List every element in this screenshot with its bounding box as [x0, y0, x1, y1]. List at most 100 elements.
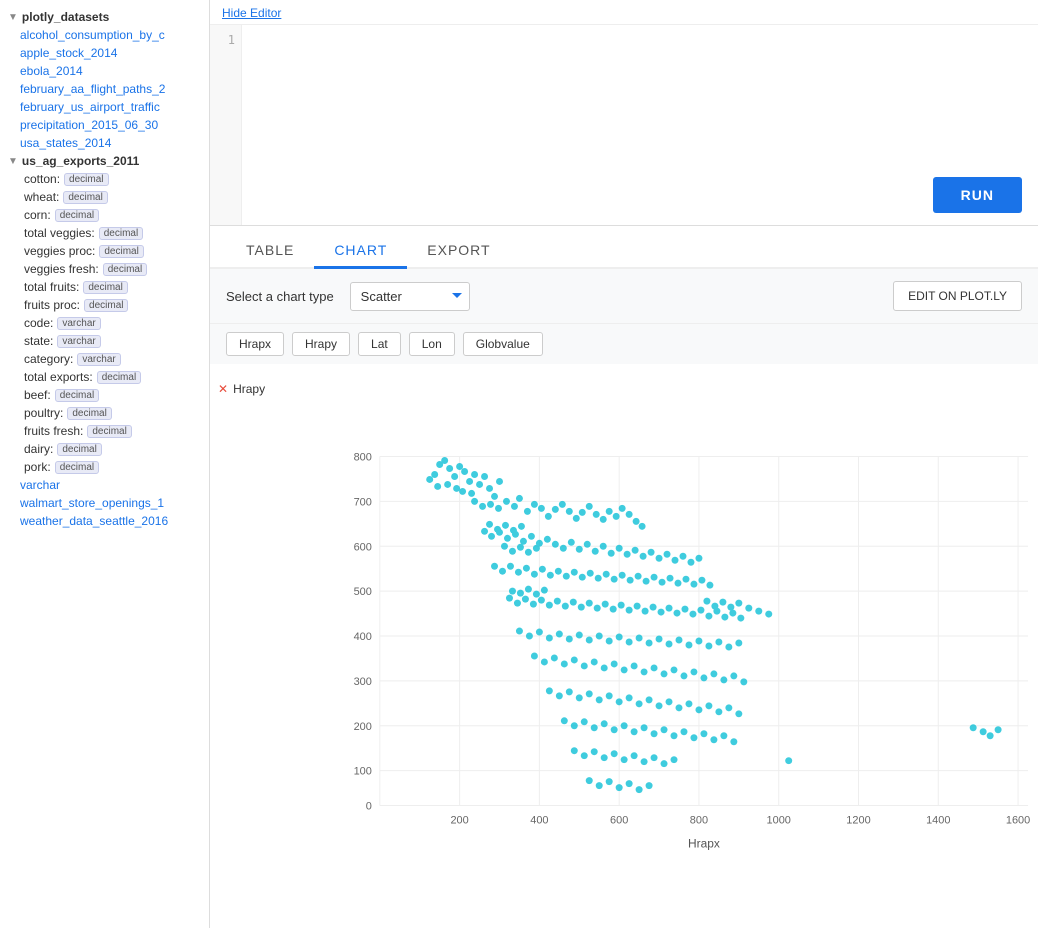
svg-text:1200: 1200	[846, 815, 870, 827]
sidebar-child-beef: beef: decimal	[0, 386, 209, 404]
type-badge: decimal	[97, 371, 141, 384]
sidebar-item-feb-aa[interactable]: february_aa_flight_paths_2	[0, 80, 209, 98]
type-badge: decimal	[57, 443, 101, 456]
field-label: dairy:	[24, 442, 53, 456]
svg-text:1400: 1400	[926, 815, 950, 827]
type-badge: decimal	[63, 191, 107, 204]
col-pill-globvalue[interactable]: Globvalue	[463, 332, 543, 356]
sidebar-child-total-exports: total exports: decimal	[0, 368, 209, 386]
field-label: poultry:	[24, 406, 63, 420]
field-label: fruits fresh:	[24, 424, 83, 438]
type-badge: decimal	[55, 209, 99, 222]
run-button[interactable]: RUN	[933, 177, 1022, 213]
type-badge: varchar	[57, 335, 100, 348]
svg-text:500: 500	[354, 586, 372, 598]
field-label: cotton:	[24, 172, 60, 186]
scatter-plot: 800 700 600 500 400 300 200 100 0 200 40…	[320, 374, 1038, 918]
svg-text:800: 800	[354, 452, 372, 464]
sidebar-child-pork: pork: decimal	[0, 458, 209, 476]
svg-text:Hrapx: Hrapx	[688, 836, 720, 850]
main-content: Hide Editor 1 RUN TABLE CHART EXPORT Sel…	[210, 0, 1038, 928]
sidebar-child-dairy: dairy: decimal	[0, 440, 209, 458]
type-badge: decimal	[55, 461, 99, 474]
type-badge: decimal	[99, 227, 143, 240]
sidebar-item-us-ag[interactable]: ▼ us_ag_exports_2011	[0, 152, 209, 170]
svg-text:100: 100	[354, 766, 372, 778]
sidebar-item-feb-us[interactable]: february_us_airport_traffic	[0, 98, 209, 116]
sidebar-child-cotton: cotton: decimal	[0, 170, 209, 188]
type-badge: varchar	[57, 317, 100, 330]
col-pill-lon[interactable]: Lon	[409, 332, 455, 356]
legend-box: ✕ Hrapy	[210, 374, 320, 918]
type-badge: decimal	[64, 173, 108, 186]
sidebar-item-weather[interactable]: weather_data_seattle_2016	[0, 512, 209, 530]
sidebar-item-varchar[interactable]: varchar	[0, 476, 209, 494]
edit-on-plotly-button[interactable]: EDIT ON PLOT.LY	[893, 281, 1022, 311]
field-label: veggies proc:	[24, 244, 95, 258]
col-pill-hrapx[interactable]: Hrapx	[226, 332, 284, 356]
legend-item-hrapy: ✕ Hrapy	[218, 382, 312, 396]
chart-container: ✕ Hrapy	[210, 364, 1038, 928]
sidebar-item-walmart[interactable]: walmart_store_openings_1	[0, 494, 209, 512]
field-label: fruits proc:	[24, 298, 80, 312]
type-badge: decimal	[103, 263, 147, 276]
field-label: total exports:	[24, 370, 93, 384]
col-pill-lat[interactable]: Lat	[358, 332, 401, 356]
field-label: state:	[24, 334, 53, 348]
sidebar-child-fruits-proc: fruits proc: decimal	[0, 296, 209, 314]
line-numbers: 1	[210, 25, 242, 225]
code-input[interactable]	[242, 25, 1038, 225]
sidebar-item-ebola[interactable]: ebola_2014	[0, 62, 209, 80]
chart-svg: 800 700 600 500 400 300 200 100 0 200 40…	[320, 374, 1038, 918]
field-label: code:	[24, 316, 53, 330]
sidebar-item-precip[interactable]: precipitation_2015_06_30	[0, 116, 209, 134]
expand-arrow-icon: ▼	[8, 156, 18, 167]
chart-type-label: Select a chart type	[226, 289, 334, 304]
svg-text:200: 200	[450, 815, 468, 827]
field-label: total fruits:	[24, 280, 79, 294]
type-badge: decimal	[87, 425, 131, 438]
type-badge: decimal	[83, 281, 127, 294]
sidebar-child-wheat: wheat: decimal	[0, 188, 209, 206]
sidebar-item-usa[interactable]: usa_states_2014	[0, 134, 209, 152]
col-pill-hrapy[interactable]: Hrapy	[292, 332, 350, 356]
sidebar-child-category: category: varchar	[0, 350, 209, 368]
chart-type-select[interactable]: Scatter Line Bar Pie Histogram	[350, 282, 470, 311]
sidebar-item-alcohol[interactable]: alcohol_consumption_by_c	[0, 26, 209, 44]
sidebar-item-apple[interactable]: apple_stock_2014	[0, 44, 209, 62]
type-badge: decimal	[99, 245, 143, 258]
sidebar-child-total-fruits: total fruits: decimal	[0, 278, 209, 296]
type-badge: decimal	[84, 299, 128, 312]
svg-text:200: 200	[354, 721, 372, 733]
field-label: total veggies:	[24, 226, 95, 240]
sidebar-child-veggies-fresh: veggies fresh: decimal	[0, 260, 209, 278]
sidebar-child-state: state: varchar	[0, 332, 209, 350]
code-editor: 1	[210, 24, 1038, 225]
tab-table[interactable]: TABLE	[226, 234, 314, 269]
svg-text:1600: 1600	[1006, 815, 1030, 827]
tab-chart[interactable]: CHART	[314, 234, 407, 269]
hide-editor-button[interactable]: Hide Editor	[210, 0, 293, 24]
svg-text:400: 400	[354, 631, 372, 643]
svg-text:300: 300	[354, 676, 372, 688]
tab-bar: TABLE CHART EXPORT	[210, 226, 1038, 269]
svg-text:600: 600	[354, 541, 372, 553]
legend-label: Hrapy	[233, 382, 265, 396]
sidebar-child-fruits-fresh: fruits fresh: decimal	[0, 422, 209, 440]
field-label: category:	[24, 352, 73, 366]
field-label: corn:	[24, 208, 51, 222]
sidebar: ▼ plotly_datasets alcohol_consumption_by…	[0, 0, 210, 928]
field-label: wheat:	[24, 190, 59, 204]
sidebar-root-plotly-datasets[interactable]: ▼ plotly_datasets	[0, 8, 209, 26]
tab-export[interactable]: EXPORT	[407, 234, 510, 269]
column-pills: Hrapx Hrapy Lat Lon Globvalue	[210, 324, 1038, 364]
us-ag-children: cotton: decimalwheat: decimalcorn: decim…	[0, 170, 209, 476]
field-label: beef:	[24, 388, 51, 402]
svg-text:400: 400	[530, 815, 548, 827]
chart-controls: Select a chart type Scatter Line Bar Pie…	[210, 269, 1038, 324]
svg-text:700: 700	[354, 496, 372, 508]
field-label: pork:	[24, 460, 51, 474]
type-badge: varchar	[77, 353, 120, 366]
editor-area: Hide Editor 1 RUN	[210, 0, 1038, 226]
svg-text:800: 800	[690, 815, 708, 827]
